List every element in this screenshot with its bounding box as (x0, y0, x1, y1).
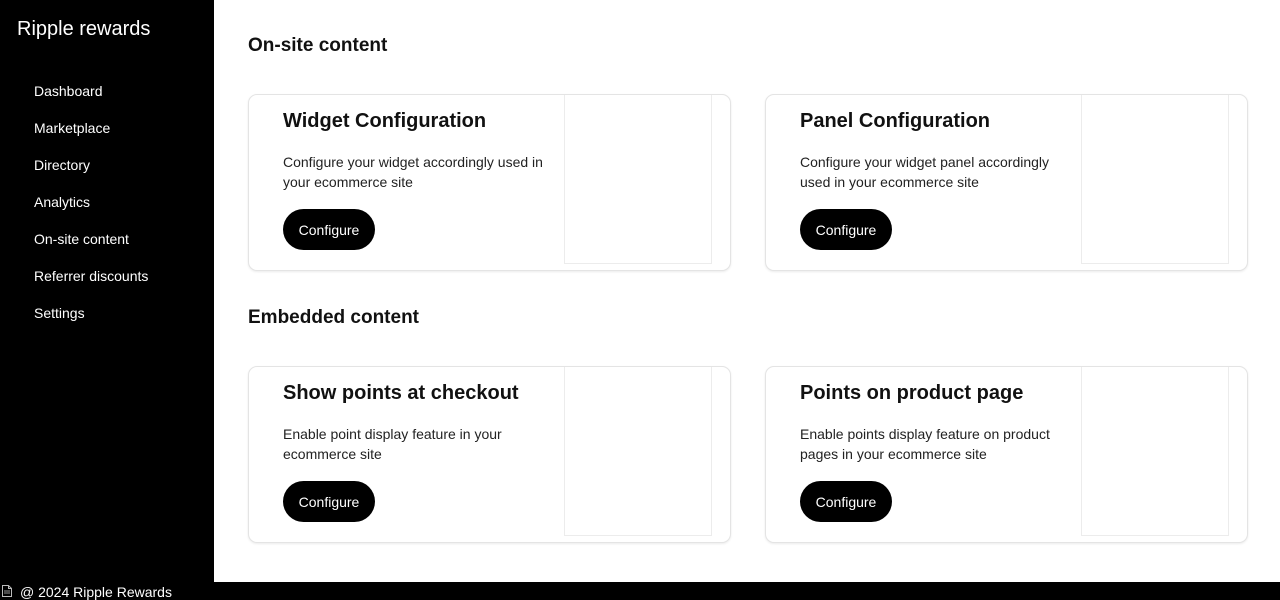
sidebar-item-dashboard[interactable]: Dashboard (0, 80, 214, 117)
sidebar-nav: Dashboard Marketplace Directory Analytic… (0, 80, 214, 339)
card-title: Widget Configuration (283, 110, 487, 132)
card-panel-configuration: Panel Configuration Configure your widge… (765, 94, 1248, 271)
sidebar-item-settings[interactable]: Settings (0, 302, 214, 339)
card-description: Configure your widget accordingly used i… (283, 154, 543, 190)
sidebar-item-analytics[interactable]: Analytics (0, 191, 214, 228)
card-points-on-product-page: Points on product page Enable points dis… (765, 366, 1248, 543)
footer-copyright: @ 2024 Ripple Rewards (20, 584, 172, 600)
card-image-placeholder (1081, 367, 1229, 536)
sidebar-item-marketplace[interactable]: Marketplace (0, 117, 214, 154)
sidebar-item-on-site-content[interactable]: On-site content (0, 228, 214, 265)
configure-button[interactable]: Configure (800, 209, 892, 250)
sidebar: Ripple rewards Dashboard Marketplace Dir… (0, 0, 214, 582)
card-title: Show points at checkout (283, 382, 519, 404)
card-image-placeholder (564, 367, 712, 536)
card-image-placeholder (1081, 95, 1229, 264)
footer: @ 2024 Ripple Rewards (0, 582, 1280, 600)
card-description: Configure your widget panel accordingly … (800, 154, 1050, 190)
card-description: Enable points display feature on product… (800, 426, 1050, 462)
section-title-on-site-content: On-site content (248, 35, 388, 56)
card-show-points-at-checkout: Show points at checkout Enable point dis… (248, 366, 731, 543)
main-content: On-site content Widget Configuration Con… (214, 0, 1280, 582)
sidebar-item-directory[interactable]: Directory (0, 154, 214, 191)
configure-button[interactable]: Configure (283, 209, 375, 250)
configure-button[interactable]: Configure (283, 481, 375, 522)
document-icon (2, 585, 12, 597)
section-title-embedded-content: Embedded content (248, 307, 420, 328)
brand-title: Ripple rewards (17, 18, 151, 40)
card-widget-configuration: Widget Configuration Configure your widg… (248, 94, 731, 271)
card-description: Enable point display feature in your eco… (283, 426, 502, 462)
card-title: Panel Configuration (800, 110, 990, 132)
card-image-placeholder (564, 95, 712, 264)
configure-button[interactable]: Configure (800, 481, 892, 522)
sidebar-item-referrer-discounts[interactable]: Referrer discounts (0, 265, 214, 302)
card-title: Points on product page (800, 382, 1024, 404)
